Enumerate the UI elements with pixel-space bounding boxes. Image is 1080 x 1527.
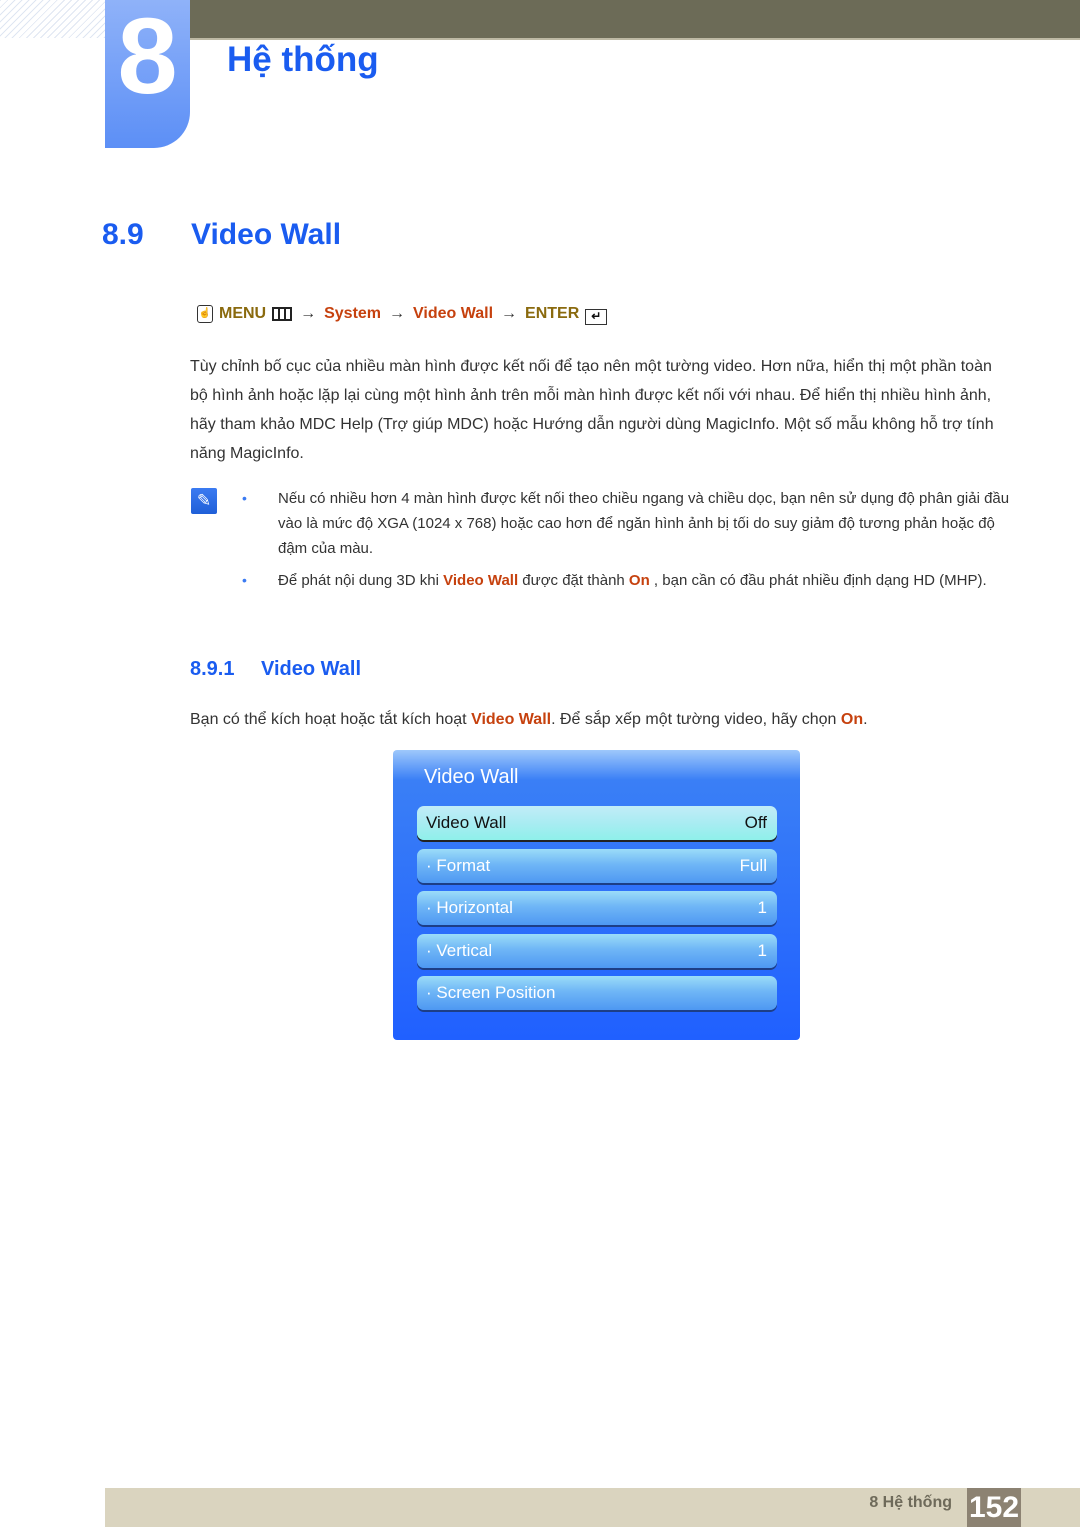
osd-item-label: Video Wall	[426, 813, 507, 832]
page-number: 152	[967, 1488, 1021, 1527]
arrow-icon: →	[300, 305, 317, 322]
footer-chapter-label: 8 Hệ thống	[869, 1494, 952, 1511]
osd-item-value: 1	[757, 898, 767, 917]
notes-list: • Nếu có nhiều hơn 4 màn hình được kết n…	[240, 486, 1010, 600]
page-footer: 8 Hệ thống 152	[105, 1488, 1080, 1527]
osd-item-format[interactable]: · Format Full	[417, 849, 777, 883]
osd-item-value: 1	[757, 941, 767, 960]
note-text-mid: được đặt thành	[518, 572, 629, 589]
chapter-number-tab: 8	[105, 0, 190, 148]
osd-item-label: · Vertical	[426, 941, 493, 960]
intro-highlight-video-wall: Video Wall	[471, 711, 552, 728]
osd-item-label: · Horizontal	[426, 898, 513, 917]
intro-text-post: .	[863, 711, 868, 728]
note-text-post: , bạn cần có đầu phát nhiều định dạng HD…	[649, 572, 987, 589]
remote-hand-icon: ☝	[197, 305, 213, 323]
subsection-intro: Bạn có thể kích hoạt hoặc tắt kích hoạt …	[190, 707, 868, 733]
note-highlight-on: On	[628, 572, 650, 589]
menu-path: ☝ MENU → System → Video Wall → ENTER ↵	[197, 303, 608, 325]
menu-step-system: System	[324, 305, 382, 322]
menu-grid-icon	[272, 307, 293, 321]
note-text-pre: Để phát nội dung 3D khi	[278, 572, 444, 589]
intro-text-mid: . Để sắp xếp một tường video, hãy chọn	[551, 711, 841, 728]
header-hatch-decoration	[0, 0, 105, 38]
chapter-number: 8	[117, 0, 178, 116]
intro-text-pre: Bạn có thể kích hoạt hoặc tắt kích hoạt	[190, 711, 472, 728]
osd-item-horizontal[interactable]: · Horizontal 1	[417, 891, 777, 925]
arrow-icon: →	[389, 305, 406, 322]
section-heading: 8.9 Video Wall	[102, 218, 341, 252]
note-text: Nếu có nhiều hơn 4 màn hình được kết nối…	[278, 490, 1010, 557]
note-item: • Nếu có nhiều hơn 4 màn hình được kết n…	[240, 486, 1010, 561]
osd-menu-title: Video Wall	[424, 766, 519, 788]
osd-item-video-wall[interactable]: Video Wall Off	[417, 806, 777, 840]
bullet-icon: •	[242, 490, 247, 506]
enter-label: ENTER	[525, 305, 580, 322]
osd-menu-panel: Video Wall Video Wall Off · Format Full …	[393, 750, 800, 1040]
osd-item-label: · Screen Position	[426, 983, 556, 1002]
note-pencil-icon: ✎	[191, 488, 217, 514]
osd-item-screen-position[interactable]: · Screen Position	[417, 976, 777, 1010]
note-item: • Để phát nội dung 3D khi Video Wall đượ…	[240, 568, 1010, 593]
intro-highlight-on: On	[840, 711, 864, 728]
section-title: Video Wall	[191, 218, 342, 251]
note-highlight-video-wall: Video Wall	[443, 572, 519, 589]
menu-label: MENU	[219, 305, 267, 322]
subsection-title: Video Wall	[261, 658, 362, 680]
osd-item-label: · Format	[426, 856, 491, 875]
osd-item-vertical[interactable]: · Vertical 1	[417, 934, 777, 968]
bullet-icon: •	[242, 572, 247, 588]
section-number: 8.9	[102, 218, 144, 251]
enter-icon: ↵	[585, 309, 608, 325]
osd-item-value: Full	[739, 856, 767, 875]
subsection-heading: 8.9.1 Video Wall	[190, 658, 361, 681]
chapter-title: Hệ thống	[227, 40, 379, 79]
osd-item-value: Off	[744, 813, 767, 832]
arrow-icon: →	[501, 305, 518, 322]
body-paragraph: Tùy chỉnh bố cục của nhiều màn hình được…	[190, 358, 994, 462]
menu-step-video-wall: Video Wall	[413, 305, 494, 322]
header-bar	[190, 0, 1080, 40]
subsection-number: 8.9.1	[190, 658, 235, 680]
